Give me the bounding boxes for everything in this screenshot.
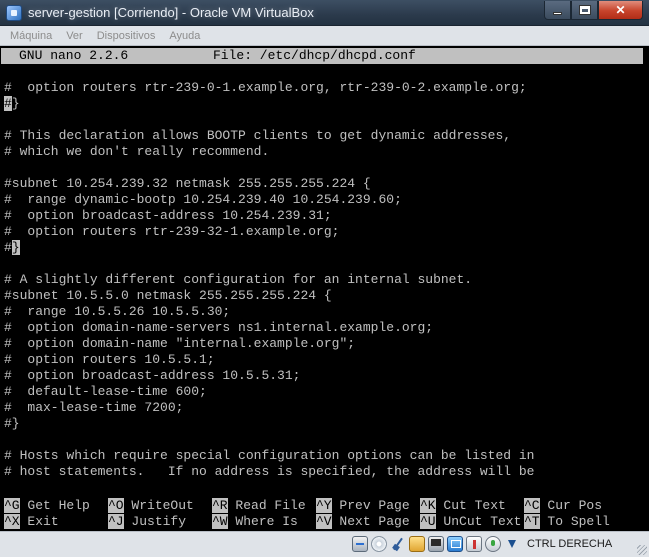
nano-shortcut-bar: ^G Get Help ^O WriteOut ^R Read File ^Y …: [4, 498, 644, 530]
resize-grip[interactable]: [637, 545, 647, 555]
editor-line[interactable]: #}: [4, 240, 20, 256]
menu-maquina[interactable]: Máquina: [10, 30, 52, 42]
host-key-label: CTRL DERECHA: [527, 538, 613, 550]
menu-ayuda[interactable]: Ayuda: [169, 30, 200, 42]
close-icon: ✕: [615, 3, 626, 17]
shortcut-prev-page[interactable]: ^Y Prev Page: [316, 498, 410, 514]
editor-line[interactable]: # option routers rtr-239-32-1.example.or…: [4, 224, 339, 240]
shared-folders-icon[interactable]: [409, 536, 425, 552]
video-capture-icon[interactable]: [466, 536, 482, 552]
editor-line[interactable]: # option domain-name "internal.example.o…: [4, 336, 355, 352]
menu-bar: Máquina Ver Dispositivos Ayuda: [0, 26, 649, 46]
editor-line[interactable]: # range dynamic-bootp 10.254.239.40 10.2…: [4, 192, 402, 208]
minimize-button[interactable]: [544, 1, 571, 20]
selection-highlight: #: [4, 96, 12, 111]
window-title-bar[interactable]: server-gestion [Corriendo] - Oracle VM V…: [0, 0, 649, 26]
editor-line[interactable]: # default-lease-time 600;: [4, 384, 207, 400]
nano-version: GNU nano 2.2.6: [19, 48, 129, 63]
usb-icon[interactable]: [390, 536, 406, 552]
vm-status-bar: CTRL DERECHA: [0, 531, 649, 557]
editor-line[interactable]: #subnet 10.5.5.0 netmask 255.255.255.224…: [4, 288, 332, 304]
shortcut-cur-pos[interactable]: ^C Cur Pos: [524, 498, 602, 514]
nano-filename: File: /etc/dhcp/dhcpd.conf: [213, 48, 416, 63]
maximize-button[interactable]: [571, 1, 598, 20]
shortcut-where-is[interactable]: ^W Where Is: [212, 514, 298, 530]
shortcut-to-spell[interactable]: ^T To Spell: [524, 514, 610, 530]
editor-line[interactable]: # host statements. If no address is spec…: [4, 464, 535, 480]
maximize-icon: [578, 5, 591, 15]
editor-line[interactable]: # option broadcast-address 10.254.239.31…: [4, 208, 332, 224]
nano-header: GNU nano 2.2.6 File: /etc/dhcp/dhcpd.con…: [1, 48, 643, 64]
minimize-icon: [553, 11, 562, 15]
vm-screen[interactable]: GNU nano 2.2.6 File: /etc/dhcp/dhcpd.con…: [1, 46, 647, 531]
editor-line[interactable]: # max-lease-time 7200;: [4, 400, 183, 416]
editor-line[interactable]: # option broadcast-address 10.5.5.31;: [4, 368, 300, 384]
shortcut-writeout[interactable]: ^O WriteOut: [108, 498, 194, 514]
editor-line[interactable]: #subnet 10.254.239.32 netmask 255.255.25…: [4, 176, 371, 192]
editor-line[interactable]: #}: [4, 96, 20, 112]
virtualbox-app-icon: [6, 5, 22, 21]
device-indicators: CTRL DERECHA: [352, 536, 612, 552]
display-icon[interactable]: [428, 536, 444, 552]
network-icon[interactable]: [447, 536, 463, 552]
editor-line[interactable]: # Hosts which require special configurat…: [4, 448, 535, 464]
editor-line[interactable]: # range 10.5.5.26 10.5.5.30;: [4, 304, 230, 320]
editor-line[interactable]: #}: [4, 416, 20, 432]
editor-line[interactable]: # option routers 10.5.5.1;: [4, 352, 215, 368]
editor-line[interactable]: # option domain-name-servers ns1.interna…: [4, 320, 433, 336]
window-title: server-gestion [Corriendo] - Oracle VM V…: [28, 5, 314, 20]
editor-line[interactable]: # which we don't really recommend.: [4, 144, 269, 160]
host-key-arrow-icon: [504, 536, 520, 552]
hard-disk-icon[interactable]: [352, 536, 368, 552]
optical-drive-icon[interactable]: [371, 536, 387, 552]
shortcut-uncut-text[interactable]: ^U UnCut Text: [420, 514, 521, 530]
menu-dispositivos[interactable]: Dispositivos: [97, 30, 156, 42]
shortcut-get-help[interactable]: ^G Get Help: [4, 498, 90, 514]
window-controls: ✕: [544, 1, 643, 21]
selection-highlight: }: [11, 240, 20, 255]
menu-ver[interactable]: Ver: [66, 30, 83, 42]
close-button[interactable]: ✕: [598, 1, 643, 20]
shortcut-exit[interactable]: ^X Exit: [4, 514, 59, 530]
editor-line[interactable]: # This declaration allows BOOTP clients …: [4, 128, 511, 144]
shortcut-next-page[interactable]: ^V Next Page: [316, 514, 410, 530]
shortcut-read-file[interactable]: ^R Read File: [212, 498, 306, 514]
editor-line[interactable]: # A slightly different configuration for…: [4, 272, 472, 288]
shortcut-cut-text[interactable]: ^K Cut Text: [420, 498, 506, 514]
editor-line[interactable]: # option routers rtr-239-0-1.example.org…: [4, 80, 527, 96]
mouse-integration-icon[interactable]: [485, 536, 501, 552]
shortcut-justify[interactable]: ^J Justify: [108, 514, 186, 530]
